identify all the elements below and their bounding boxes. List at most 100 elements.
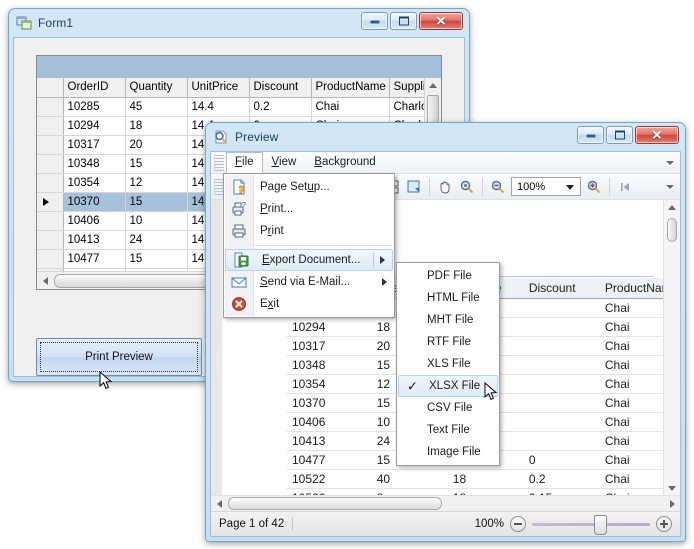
cell-orderid[interactable]: 10294 — [63, 116, 126, 136]
hand-tool-icon[interactable] — [434, 176, 456, 198]
form1-title: Form1 — [38, 15, 74, 30]
fit-page-icon[interactable] — [403, 176, 425, 198]
menu-item-export-document[interactable]: Export Document... — [225, 249, 393, 271]
export-item-pdf-file[interactable]: PDF File — [397, 265, 499, 287]
doc-scroll-up-icon[interactable] — [664, 200, 680, 215]
doc-vscroll-thumb[interactable] — [667, 218, 677, 242]
export-item-image-file[interactable]: Image File — [397, 441, 499, 463]
row-header-cell[interactable] — [37, 116, 64, 136]
menu-item-print[interactable]: Print — [224, 220, 394, 242]
export-item-csv-file[interactable]: CSV File — [397, 397, 499, 419]
zoom-in-icon[interactable] — [583, 176, 605, 198]
zoom-out-button[interactable] — [510, 516, 526, 532]
menubar-grip-handle[interactable] — [214, 154, 224, 171]
menu-item-send-via-e-mail[interactable]: Send via E-Mail... — [224, 271, 394, 293]
cell-quantity[interactable]: 15 — [125, 249, 188, 269]
scroll-left-icon[interactable] — [37, 276, 53, 285]
cell-quantity[interactable]: 10 — [125, 211, 188, 231]
export-item-rtf-file[interactable]: RTF File — [397, 331, 499, 353]
cell-quantity[interactable]: 12 — [125, 173, 188, 193]
file-menu-popup[interactable]: Page Setup...? Print... Print Export Docume… — [223, 173, 395, 318]
col-unitprice[interactable]: UnitPrice — [187, 78, 250, 98]
row-header-cell[interactable] — [37, 230, 64, 250]
doc-hscroll-thumb[interactable] — [228, 497, 442, 510]
cell-orderid[interactable]: 10317 — [63, 135, 126, 155]
preview-close-button[interactable]: ✕ — [635, 126, 679, 144]
col-supplier[interactable]: Supplier — [389, 78, 425, 98]
cell-orderid[interactable]: 10413 — [63, 230, 126, 250]
cell-quantity[interactable]: 45 — [125, 97, 188, 117]
cell-orderid[interactable]: 10354 — [63, 173, 126, 193]
export-item-xls-file[interactable]: XLS File — [397, 353, 499, 375]
cell-discount[interactable]: 0.2 — [249, 97, 312, 117]
export-item-html-file[interactable]: HTML File — [397, 287, 499, 309]
row-header-cell[interactable] — [37, 154, 64, 174]
form1-titlebar[interactable]: Form1 ✕ — [8, 8, 470, 37]
chevron-down-icon[interactable] — [566, 185, 574, 190]
export-item-text-file[interactable]: Text File — [397, 419, 499, 441]
preview-maximize-button[interactable] — [606, 126, 633, 144]
doc-scroll-down-icon[interactable] — [664, 481, 680, 496]
zoom-combobox[interactable]: 100% — [511, 177, 581, 196]
doc-scroll-right-icon[interactable] — [664, 499, 680, 508]
row-header-cell[interactable] — [37, 97, 64, 117]
scroll-up-icon[interactable] — [425, 78, 441, 93]
cell-supplier[interactable]: Charlotte Co — [389, 97, 425, 117]
cell-orderid[interactable]: 10477 — [63, 249, 126, 269]
col-quantity[interactable]: Quantity — [125, 78, 188, 98]
preview-titlebar[interactable]: Preview ✕ — [205, 122, 686, 151]
menu-item-exit[interactable]: Exit — [224, 293, 394, 315]
export-item-label: XLSX File — [429, 380, 481, 392]
document-hscrollbar[interactable] — [211, 495, 680, 511]
col-discount[interactable]: Discount — [249, 78, 312, 98]
row-header-cell[interactable] — [37, 249, 64, 269]
export-item-mht-file[interactable]: MHT File — [397, 309, 499, 331]
form1-close-button[interactable]: ✕ — [419, 12, 463, 30]
row-header-cell[interactable] — [37, 192, 64, 212]
document-vscrollbar[interactable] — [663, 200, 680, 496]
export-item-xlsx-file[interactable]: ✓ XLSX File — [398, 375, 498, 397]
submenu-arrow-icon — [382, 278, 387, 286]
export-save-icon — [233, 252, 249, 268]
cell-orderid[interactable]: 10285 — [63, 97, 126, 117]
row-header-cell[interactable] — [37, 211, 64, 231]
export-document-submenu[interactable]: PDF File HTML File MHT File RTF File XLS Fil… — [396, 262, 500, 466]
toolbar-separator-1 — [429, 177, 430, 196]
zoom-slider-thumb[interactable] — [594, 514, 607, 535]
zoom-out-icon[interactable] — [487, 176, 509, 198]
zoom-slider[interactable] — [532, 514, 650, 535]
cell-productname[interactable]: Chai — [311, 97, 390, 117]
menu-background[interactable]: Background — [305, 152, 384, 173]
doc-scroll-left-icon[interactable] — [211, 499, 227, 508]
menubar-overflow-icon[interactable] — [666, 160, 674, 165]
toolbar-separator-3 — [609, 177, 610, 196]
form1-minimize-button[interactable] — [361, 12, 388, 30]
preview-minimize-button[interactable] — [577, 126, 604, 144]
cell-quantity[interactable]: 18 — [125, 116, 188, 136]
menu-file[interactable]: File — [226, 152, 263, 173]
doc-cell-discount — [523, 317, 600, 337]
zoom-in-button[interactable] — [656, 516, 672, 532]
table-row[interactable]: 102854514.40.2ChaiCharlotte Co — [37, 97, 425, 117]
menu-item-page-setup[interactable]: Page Setup... — [224, 176, 394, 198]
col-productname[interactable]: ProductName — [311, 78, 390, 98]
doc-cell-discount: 0.2 — [523, 469, 600, 489]
zoom-in-tool-icon[interactable] — [456, 176, 478, 198]
first-page-icon[interactable] — [614, 176, 636, 198]
cell-orderid[interactable]: 10370 — [63, 192, 126, 212]
cell-orderid[interactable]: 10348 — [63, 154, 126, 174]
print-preview-button[interactable]: Print Preview — [36, 338, 202, 376]
cell-quantity[interactable]: 24 — [125, 230, 188, 250]
cell-quantity[interactable]: 15 — [125, 154, 188, 174]
cell-orderid[interactable]: 10406 — [63, 211, 126, 231]
row-header-cell[interactable] — [37, 173, 64, 193]
col-orderid[interactable]: OrderID — [63, 78, 126, 98]
cell-quantity[interactable]: 15 — [125, 192, 188, 212]
form1-maximize-button[interactable] — [390, 12, 417, 30]
menu-item-print[interactable]: ? Print... — [224, 198, 394, 220]
toolbar-overflow-icon[interactable] — [666, 184, 674, 189]
row-header-cell[interactable] — [37, 135, 64, 155]
cell-unitprice[interactable]: 14.4 — [187, 97, 250, 117]
cell-quantity[interactable]: 20 — [125, 135, 188, 155]
menu-view[interactable]: View — [263, 152, 306, 173]
